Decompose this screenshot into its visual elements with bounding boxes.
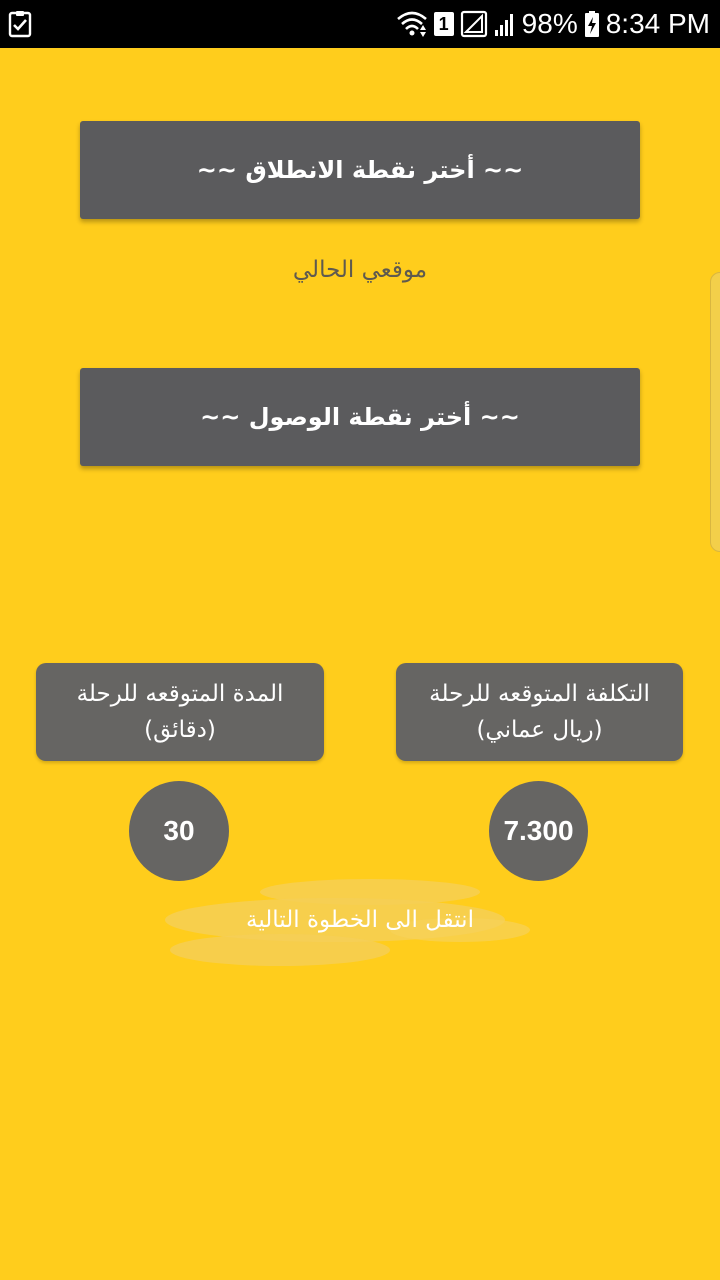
current-location-link[interactable]: موقعي الحالي: [0, 250, 720, 290]
battery-charging-icon: [584, 11, 599, 37]
sim-card-icon: [460, 10, 487, 38]
cost-value: 7.300: [489, 781, 588, 881]
status-bar: 1 98% 8:34 PM: [0, 0, 720, 48]
sim-icon: 1: [433, 12, 454, 36]
status-icons: 1 98% 8:34 PM: [396, 0, 710, 48]
sim-badge: 1: [438, 14, 449, 34]
clock: 8:34 PM: [605, 8, 710, 39]
battery-percent: 98%: [521, 8, 578, 39]
next-step-link[interactable]: انتقل الى الخطوة التالية: [160, 900, 560, 940]
expected-duration-label: المدة المتوقعه للرحلة (دقائق): [36, 663, 324, 761]
expected-cost-label: التكلفة المتوقعه للرحلة (ريال عماني): [396, 663, 683, 761]
app-screen: 1 98% 8:34 PM ~~ أختر نقطة الانطلاق ~~ م…: [0, 0, 720, 1280]
duration-value: 30: [129, 781, 229, 881]
cost-label-line1: التكلفة المتوقعه للرحلة: [429, 681, 650, 707]
duration-label-line1: المدة المتوقعه للرحلة: [76, 681, 284, 707]
cost-label-line2: (ريال عماني): [476, 717, 603, 743]
checklist-icon: [8, 11, 32, 38]
wifi-icon: [396, 11, 427, 37]
choose-start-point-button[interactable]: ~~ أختر نقطة الانطلاق ~~: [80, 121, 640, 219]
signal-icon: [494, 14, 513, 36]
side-drawer-handle[interactable]: [710, 272, 720, 552]
duration-label-line2: (دقائق): [144, 717, 216, 743]
choose-destination-button[interactable]: ~~ أختر نقطة الوصول ~~: [80, 368, 640, 466]
